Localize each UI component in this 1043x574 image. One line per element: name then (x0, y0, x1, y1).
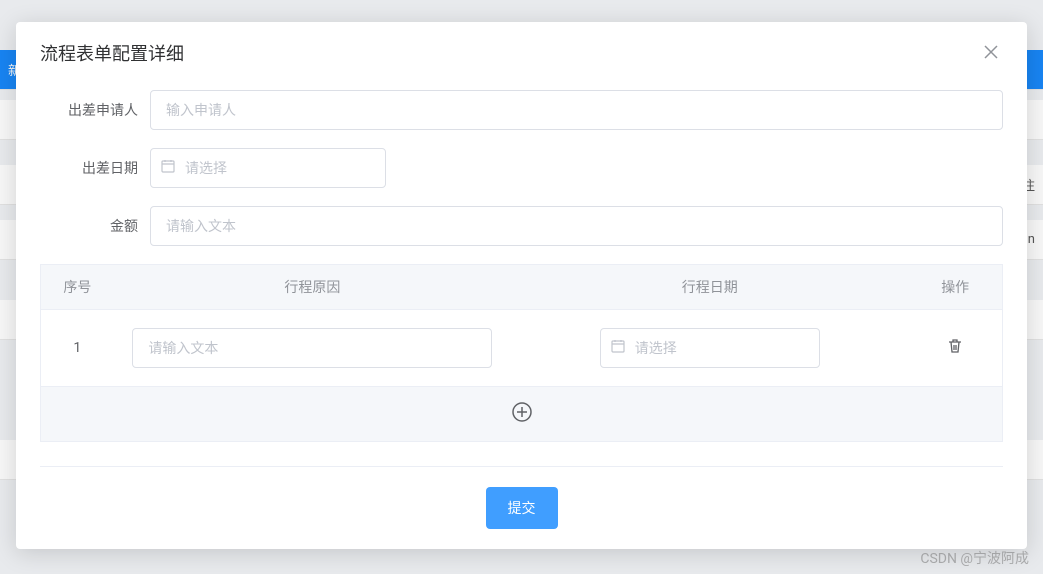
add-row-button[interactable] (40, 387, 1003, 442)
applicant-label: 出差申请人 (40, 100, 150, 120)
close-button[interactable] (979, 41, 1003, 65)
submit-button[interactable]: 提交 (486, 487, 558, 529)
modal-footer: 提交 (16, 467, 1027, 529)
form-body: 出差申请人 出差日期 金额 (16, 78, 1027, 442)
th-action: 操作 (908, 265, 1002, 310)
modal-dialog: 流程表单配置详细 出差申请人 出差日期 (16, 22, 1027, 549)
form-row-date: 出差日期 (40, 148, 1003, 188)
th-seq: 序号 (41, 265, 114, 310)
trash-icon (946, 337, 964, 355)
modal-header: 流程表单配置详细 (16, 22, 1027, 78)
applicant-input[interactable] (150, 90, 1003, 130)
amount-label: 金额 (40, 216, 150, 236)
close-icon (984, 43, 998, 64)
plus-icon (511, 401, 533, 423)
cell-seq: 1 (41, 310, 114, 387)
date-label: 出差日期 (40, 158, 150, 178)
reason-input[interactable] (132, 328, 492, 368)
th-date: 行程日期 (511, 265, 908, 310)
table-row: 1 (41, 310, 1003, 387)
row-date-input[interactable] (600, 328, 820, 368)
date-input[interactable] (150, 148, 386, 188)
modal-title: 流程表单配置详细 (40, 40, 184, 66)
form-row-amount: 金额 (40, 206, 1003, 246)
form-row-applicant: 出差申请人 (40, 90, 1003, 130)
delete-button[interactable] (946, 337, 964, 355)
trip-table: 序号 行程原因 行程日期 操作 1 (40, 264, 1003, 387)
th-reason: 行程原因 (114, 265, 511, 310)
amount-input[interactable] (150, 206, 1003, 246)
